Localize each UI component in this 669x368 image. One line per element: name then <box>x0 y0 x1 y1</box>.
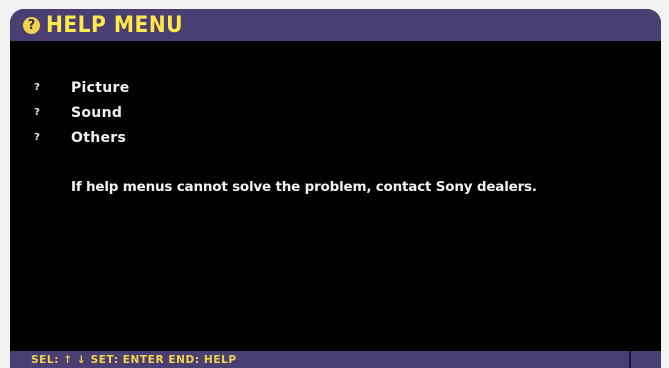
menu-item-sound[interactable]: ? Sound <box>10 100 661 125</box>
help-menu-screen: ? HELP MENU ? Picture ? Sound ? Others I… <box>10 9 661 368</box>
menu-item-label: Sound <box>71 104 123 121</box>
question-mark-icon: ? <box>34 107 40 118</box>
menu-item-picture[interactable]: ? Picture <box>10 75 661 100</box>
question-mark-icon: ? <box>34 132 40 143</box>
menu-item-others[interactable]: ? Others <box>10 125 661 150</box>
help-icon: ? <box>23 16 40 34</box>
menu-item-label: Picture <box>71 79 130 96</box>
footer-bar: SEL: ↑ ↓ SET: ENTER END: HELP <box>10 351 661 368</box>
page-title: HELP MENU <box>46 12 184 38</box>
question-mark-icon: ? <box>34 82 40 93</box>
header-bar: ? HELP MENU <box>10 9 661 41</box>
navigation-hint: SEL: ↑ ↓ SET: ENTER END: HELP <box>31 353 237 366</box>
footer-divider <box>629 351 631 368</box>
menu-item-label: Others <box>71 129 127 146</box>
help-message: If help menus cannot solve the problem, … <box>71 179 537 195</box>
help-menu-list: ? Picture ? Sound ? Others <box>10 75 661 150</box>
